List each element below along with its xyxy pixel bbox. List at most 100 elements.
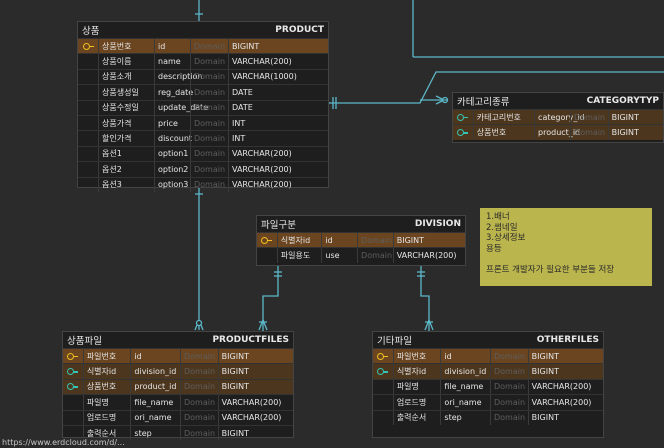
- attribute-type: VARCHAR(1000): [228, 69, 310, 85]
- note-line-6: 프론트 개발자가 필요한 부분들 저장: [486, 264, 615, 275]
- product-entity[interactable]: 상품 PRODUCT 상품번호 id Domain BIGINT 상품이름 name Domai…: [77, 21, 329, 192]
- entity-physical-name: CATEGORYTYP: [586, 96, 659, 106]
- attribute-type: VARCHAR(200): [228, 54, 310, 69]
- attribute-logical-name: 카테고리번호: [472, 110, 534, 125]
- attribute-logical-name: 상품가격: [98, 115, 154, 131]
- attribute-type: BIGINT: [527, 364, 603, 379]
- entity-header[interactable]: 카테고리종류 CATEGORYTYP: [453, 93, 663, 109]
- attribute-domain: Domain: [179, 410, 218, 425]
- entity-logical-name: 상품파일: [67, 336, 102, 347]
- attribute-row[interactable]: 파일명 file_name Domain VARCHAR(200): [63, 394, 293, 410]
- attribute-row[interactable]: 옵션1 option1 Domain VARCHAR(200): [78, 145, 328, 162]
- attribute-domain: Domain: [190, 131, 228, 146]
- attribute-domain: Domain: [489, 349, 528, 364]
- attribute-row[interactable]: 상품번호 product_id Domain BIGINT: [63, 378, 293, 395]
- entity-logical-name: 기타파일: [377, 336, 412, 347]
- attribute-type: BIGINT: [228, 39, 310, 54]
- attribute-physical-name: update_date: [154, 100, 208, 115]
- attribute-type: BIGINT: [217, 349, 293, 364]
- attribute-logical-name: 상품이름: [98, 54, 154, 69]
- attribute-logical-name: 상품소개: [98, 69, 154, 85]
- attribute-row[interactable]: 식별자id division_id Domain BIGINT: [373, 363, 603, 379]
- attribute-type: VARCHAR(200): [228, 177, 310, 192]
- entity-header[interactable]: 상품 PRODUCT: [78, 22, 328, 38]
- attribute-row[interactable]: 파일번호 id Domain BIGINT: [63, 348, 293, 364]
- attribute-physical-name: id: [130, 349, 180, 364]
- attribute-logical-name: 파일명: [392, 379, 441, 395]
- attribute-physical-name: option1: [154, 146, 190, 162]
- attribute-type: VARCHAR(200): [217, 395, 293, 410]
- attribute-logical-name: 옵션2: [98, 162, 154, 177]
- attribute-physical-name: id: [321, 233, 357, 248]
- note-line-5: [486, 254, 646, 265]
- attribute-row[interactable]: 카테고리번호 category_id Domain BIGINT: [453, 109, 663, 125]
- attribute-row[interactable]: 식별자id id Domain BIGINT: [257, 232, 465, 248]
- attribute-row[interactable]: 상품이름 name Domain VARCHAR(200): [78, 53, 328, 69]
- attribute-physical-name: file_name: [130, 395, 180, 410]
- attribute-type: VARCHAR(200): [217, 410, 293, 425]
- attribute-physical-name: ori_name: [440, 395, 490, 410]
- attribute-row[interactable]: 상품번호 product_id Domain BIGINT: [453, 124, 663, 140]
- attribute-row[interactable]: 식별자id division_id Domain BIGINT: [63, 363, 293, 379]
- attribute-physical-name: price: [154, 115, 190, 131]
- attribute-physical-name: ori_name: [130, 410, 180, 425]
- attribute-type: DATE: [228, 85, 310, 100]
- attribute-logical-name: 할인가격: [98, 131, 154, 146]
- attribute-row[interactable]: 상품가격 price Domain INT: [78, 114, 328, 131]
- attribute-logical-name: 업로드명: [392, 395, 441, 410]
- attribute-type: INT: [228, 115, 310, 131]
- entity-physical-name: OTHERFILES: [536, 335, 599, 345]
- attribute-row[interactable]: 옵션3 option3 Domain VARCHAR(200): [78, 176, 328, 192]
- foreign-key-icon: [453, 113, 473, 121]
- attribute-type: BIGINT: [217, 364, 293, 379]
- foreign-key-icon: [453, 129, 473, 137]
- note-line-3: 3.상세정보: [486, 233, 526, 243]
- attribute-physical-name: division_id: [440, 364, 490, 379]
- attribute-type: BIGINT: [527, 410, 603, 425]
- foreign-key-icon: [63, 383, 83, 391]
- attribute-logical-name: 출력순서: [392, 410, 441, 425]
- attribute-domain: Domain: [357, 248, 393, 263]
- entity-physical-name: PRODUCT: [275, 25, 324, 35]
- attribute-row[interactable]: 업로드명 ori_name Domain VARCHAR(200): [63, 409, 293, 425]
- entity-physical-name: PRODUCTFILES: [212, 335, 289, 345]
- categorytype-entity[interactable]: 카테고리종류 CATEGORYTYP 카테고리번호 category_id Domain…: [452, 92, 664, 143]
- entity-header[interactable]: 파일구분 DIVISION: [257, 216, 465, 232]
- attribute-type: BIGINT: [607, 110, 663, 125]
- attribute-row[interactable]: 옵션2 option2 Domain VARCHAR(200): [78, 161, 328, 177]
- division-entity[interactable]: 파일구분 DIVISION 식별자id id Domain BIGINT 파일용도 use Do…: [256, 215, 466, 266]
- primary-key-icon: [78, 42, 98, 50]
- otherfiles-entity[interactable]: 기타파일 OTHERFILES 파일번호 id Domain BIGINT 식별자id div…: [372, 331, 604, 438]
- attribute-row[interactable]: 상품소개 description Domain VARCHAR(1000): [78, 68, 328, 85]
- attribute-domain: Domain: [570, 125, 608, 140]
- attribute-type: BIGINT: [607, 125, 663, 140]
- attribute-domain: Domain: [489, 364, 528, 379]
- attribute-type: DATE: [228, 100, 310, 115]
- attribute-row[interactable]: 출력순서 step Domain BIGINT: [373, 409, 603, 425]
- attribute-row[interactable]: 상품번호 id Domain BIGINT: [78, 38, 328, 54]
- attribute-physical-name: id: [154, 39, 190, 54]
- attribute-domain: Domain: [190, 85, 228, 100]
- attribute-domain: Domain: [190, 115, 228, 131]
- attribute-row[interactable]: 상품생성일 reg_date Domain DATE: [78, 84, 328, 100]
- attribute-physical-name: category_id: [534, 110, 585, 125]
- attribute-logical-name: 상품수정일: [98, 100, 154, 115]
- attribute-domain: Domain: [190, 69, 228, 85]
- attribute-type: VARCHAR(200): [228, 146, 310, 162]
- sticky-note[interactable]: 1.배너 2.썸네일 3.상세정보 용등 프론트 개발자가 필요한 부분들 저장: [480, 208, 652, 286]
- attribute-row[interactable]: 상품수정일 update_date Domain DATE: [78, 99, 328, 115]
- attribute-row[interactable]: 업로드명 ori_name Domain VARCHAR(200): [373, 394, 603, 410]
- attribute-domain: Domain: [179, 349, 218, 364]
- attribute-domain: Domain: [190, 177, 228, 192]
- attribute-logical-name: 식별자id: [392, 364, 441, 379]
- attribute-row[interactable]: 할인가격 discount Domain INT: [78, 130, 328, 146]
- attribute-row[interactable]: 파일용도 use Domain VARCHAR(200): [257, 247, 465, 263]
- entity-header[interactable]: 상품파일 PRODUCTFILES: [63, 332, 293, 348]
- attribute-domain: Domain: [190, 54, 228, 69]
- entity-header[interactable]: 기타파일 OTHERFILES: [373, 332, 603, 348]
- attribute-row[interactable]: 파일번호 id Domain BIGINT: [373, 348, 603, 364]
- attribute-logical-name: 상품번호: [82, 379, 131, 395]
- attribute-physical-name: step: [130, 425, 180, 441]
- productfiles-entity[interactable]: 상품파일 PRODUCTFILES 파일번호 id Domain BIGINT 식별자id d…: [62, 331, 294, 441]
- attribute-row[interactable]: 파일명 file_name Domain VARCHAR(200): [373, 378, 603, 395]
